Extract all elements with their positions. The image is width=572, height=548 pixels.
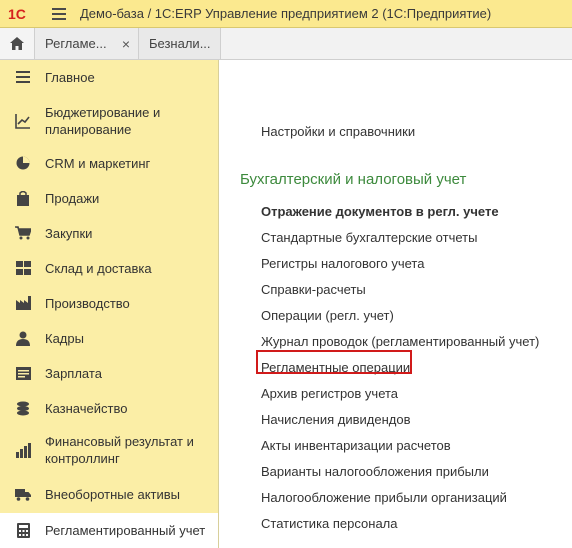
bag-icon [15,190,31,206]
sidebar-item-payroll[interactable]: Зарплата [0,363,218,383]
sidebar-item-sales[interactable]: Продажи [0,188,218,208]
link-postings-journal[interactable]: Журнал проводок (регламентированный учет… [261,334,539,349]
tab-label: Безнали... [149,36,211,51]
sidebar-item-label: Регламентированный учет [45,523,206,538]
link-profit-taxation[interactable]: Налогообложение прибыли организаций [261,490,507,505]
pie-icon [15,155,31,171]
sidebar-item-purchases[interactable]: Закупки [0,223,218,243]
sidebar-item-regulated-accounting[interactable]: Регламентированный учет [0,513,218,548]
sidebar-item-finance[interactable]: Финансовый результат и контроллинг [0,432,218,468]
link-personnel-statistics[interactable]: Статистика персонала [261,516,398,531]
link-calculation-certificates[interactable]: Справки-расчеты [261,282,366,297]
list-icon [15,69,31,85]
finance-icon [15,442,31,458]
warehouse-icon [15,260,31,276]
link-documents-reflection[interactable]: Отражение документов в регл. учете [261,204,499,219]
link-registers-archive[interactable]: Архив регистров учета [261,386,398,401]
tab-bar: Регламе... × Безнали... [0,28,572,60]
sidebar-item-label: Закупки [45,225,93,241]
sidebar-item-main[interactable]: Главное [0,67,218,87]
sidebar-item-label: Кадры [45,330,84,346]
home-icon [10,37,24,50]
sidebar-item-label: Главное [45,69,95,85]
svg-text:1С: 1С [8,6,26,22]
sidebar-item-label: Зарплата [45,365,102,381]
sidebar-item-label: Внеоборотные активы [45,486,181,502]
1c-logo: 1С [8,6,40,22]
sidebar-item-treasury[interactable]: Казначейство [0,398,218,418]
section-title: Бухгалтерский и налоговый учет [240,171,467,188]
sidebar-item-label: Бюджетирование и планирование [45,105,161,137]
sidebar-item-label: Склад и доставка [45,260,152,276]
sidebar-item-production[interactable]: Производство [0,293,218,313]
tab-reglament[interactable]: Регламе... × [35,28,139,59]
factory-icon [15,295,31,311]
sidebar-item-hr[interactable]: Кадры [0,328,218,348]
close-icon[interactable]: × [122,36,130,52]
link-tax-registers[interactable]: Регистры налогового учета [261,256,424,271]
settings-link[interactable]: Настройки и справочники [261,124,415,139]
link-dividends[interactable]: Начисления дивидендов [261,412,411,427]
cart-icon [15,225,31,241]
truck-icon [15,486,31,502]
tab-beznal[interactable]: Безнали... [139,28,221,59]
person-icon [15,330,31,346]
sidebar-item-label: CRM и маркетинг [45,155,151,171]
sidebar-item-label: Финансовый результат и контроллинг [45,434,194,466]
sidebar-item-crm[interactable]: CRM и маркетинг [0,153,218,173]
tab-label: Регламе... [45,36,107,51]
sidebar-item-fixed-assets[interactable]: Внеоборотные активы [0,484,218,504]
title-bar: 1С Демо-база / 1С:ERP Управление предпри… [0,0,572,28]
window-title: Демо-база / 1С:ERP Управление предприяти… [80,6,492,21]
link-inventory-acts[interactable]: Акты инвентаризации расчетов [261,438,451,453]
link-profit-tax-options[interactable]: Варианты налогообложения прибыли [261,464,489,479]
sidebar-item-budgeting[interactable]: Бюджетирование и планирование [0,103,218,139]
payroll-icon [15,365,31,381]
sidebar: Главное Бюджетирование и планирование CR… [0,60,219,548]
hamburger-menu-icon[interactable] [52,7,66,20]
sidebar-item-label: Производство [45,295,130,311]
link-operations[interactable]: Операции (регл. учет) [261,308,394,323]
chart-icon [15,113,31,129]
sidebar-item-label: Казначейство [45,400,128,416]
coins-icon [15,400,31,416]
main-panel: Настройки и справочники Бухгалтерский и … [220,60,572,548]
calculator-icon [15,523,31,539]
sidebar-item-warehouse[interactable]: Склад и доставка [0,258,218,278]
link-standard-reports[interactable]: Стандартные бухгалтерские отчеты [261,230,477,245]
sidebar-item-label: Продажи [45,190,100,206]
home-tab[interactable] [0,28,35,59]
highlight-frame [256,350,412,374]
